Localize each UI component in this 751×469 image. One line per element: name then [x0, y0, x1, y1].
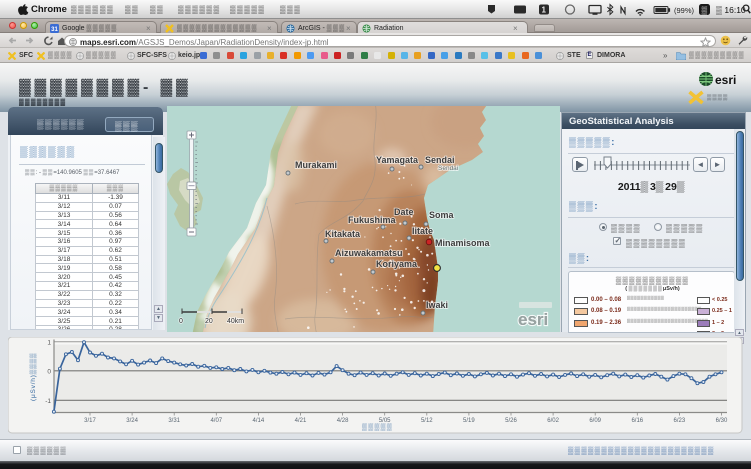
svg-text:4/21: 4/21: [295, 418, 307, 424]
svg-text:Koriyama: Koriyama: [376, 259, 418, 269]
svg-text:esri: esri: [715, 73, 736, 87]
svg-text:5/19: 5/19: [463, 418, 475, 424]
svg-text:Soma: Soma: [429, 210, 455, 220]
svg-text:40km: 40km: [227, 318, 244, 325]
svg-text:Sendai: Sendai: [438, 165, 458, 172]
svg-text:Iitate: Iitate: [412, 226, 433, 236]
svg-text:6/23: 6/23: [674, 418, 686, 424]
svg-text:Aizuwakamatsu: Aizuwakamatsu: [335, 248, 403, 258]
svg-text:4/14: 4/14: [253, 418, 265, 424]
svg-text:Sendai: Sendai: [425, 155, 455, 165]
svg-text:6/30: 6/30: [716, 418, 728, 424]
svg-text:(μSv/h)▒▒▒▒: (μSv/h)▒▒▒▒: [29, 353, 37, 401]
svg-text:-1: -1: [45, 398, 51, 405]
svg-text:4/07: 4/07: [210, 418, 222, 424]
svg-text:6/09: 6/09: [589, 418, 601, 424]
svg-text:31: 31: [51, 27, 58, 33]
svg-text:5/26: 5/26: [505, 418, 517, 424]
svg-text:Yamagata: Yamagata: [376, 155, 419, 165]
svg-text:20: 20: [205, 318, 213, 325]
svg-text:6/16: 6/16: [631, 418, 643, 424]
svg-text:3/17: 3/17: [84, 418, 96, 424]
svg-text:1: 1: [542, 6, 547, 15]
svg-text:Kitakata: Kitakata: [325, 229, 361, 239]
svg-text:esri: esri: [518, 310, 548, 329]
svg-text:5/12: 5/12: [421, 418, 433, 424]
svg-text:4/28: 4/28: [337, 418, 349, 424]
svg-text:0: 0: [179, 318, 183, 325]
svg-text:3/24: 3/24: [126, 418, 138, 424]
svg-text:Date: Date: [394, 207, 414, 217]
svg-text:1: 1: [47, 339, 51, 346]
svg-text:▒: ▒: [702, 6, 708, 15]
svg-text:3/31: 3/31: [168, 418, 180, 424]
svg-text:(99%): (99%): [674, 6, 695, 15]
svg-text:Murakami: Murakami: [295, 160, 337, 170]
svg-text:Fukushima: Fukushima: [348, 215, 397, 225]
svg-text:6/02: 6/02: [547, 418, 559, 424]
svg-text:Iwaki: Iwaki: [426, 300, 448, 310]
svg-text:0: 0: [47, 368, 51, 375]
svg-text:Minamisoma: Minamisoma: [435, 238, 491, 248]
